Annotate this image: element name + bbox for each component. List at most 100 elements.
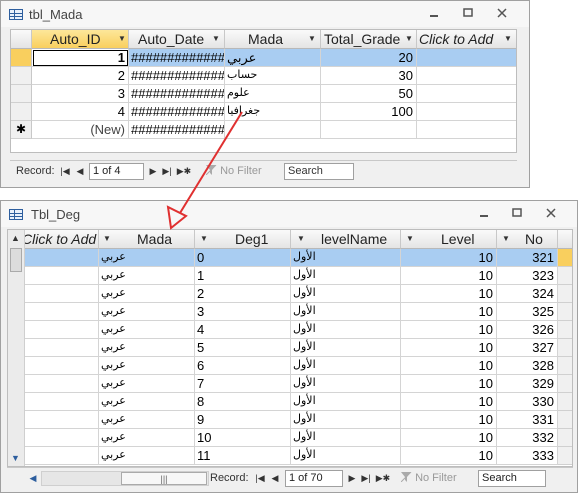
table-cell[interactable]	[25, 339, 99, 357]
table-cell[interactable]: 10	[401, 339, 497, 357]
chevron-down-icon[interactable]: ▼	[296, 230, 306, 248]
last-record-button[interactable]: ▶|	[160, 164, 174, 179]
row-selector[interactable]	[558, 411, 572, 429]
row-selector[interactable]	[558, 393, 572, 411]
table-cell[interactable]: 325	[497, 303, 558, 321]
hscroll-thumb[interactable]: |||	[121, 472, 207, 485]
chevron-down-icon[interactable]: ▼	[501, 230, 511, 248]
row-selector[interactable]	[11, 103, 32, 121]
table-cell[interactable]: 10	[195, 429, 291, 447]
table-cell[interactable]: عربي	[99, 249, 195, 267]
table-cell[interactable]: 4	[195, 321, 291, 339]
table-cell[interactable]: 30	[321, 67, 417, 85]
table-cell[interactable]: #############	[129, 85, 225, 103]
table-cell[interactable]: الأول	[291, 411, 401, 429]
chevron-down-icon[interactable]: ▼	[307, 30, 317, 48]
table-cell[interactable]: 330	[497, 393, 558, 411]
row-selector[interactable]	[558, 375, 572, 393]
table-cell[interactable]: الأول	[291, 267, 401, 285]
previous-record-button[interactable]: ◀	[74, 164, 86, 179]
column-header-mada[interactable]: Mada ▼	[225, 30, 321, 49]
first-record-button[interactable]: |◀	[58, 164, 72, 179]
select-all-corner[interactable]	[558, 230, 572, 249]
new-record-button[interactable]: ▶✱	[175, 164, 193, 179]
row-selector[interactable]	[558, 429, 572, 447]
table-cell[interactable]: 329	[497, 375, 558, 393]
table-cell[interactable]: عربي	[99, 357, 195, 375]
table-cell[interactable]: عربي	[99, 267, 195, 285]
table-cell[interactable]: عربي	[99, 447, 195, 465]
table-cell[interactable]: 1	[195, 267, 291, 285]
chevron-down-icon[interactable]: ▼	[199, 230, 209, 248]
scroll-down-button[interactable]: ▼	[11, 453, 20, 463]
table-cell[interactable]: عربي	[99, 429, 195, 447]
row-selector[interactable]	[558, 339, 572, 357]
table-cell[interactable]: 6	[195, 357, 291, 375]
table-cell[interactable]: 10	[401, 267, 497, 285]
table-cell[interactable]: عربي	[225, 49, 321, 67]
table-cell[interactable]: 20	[321, 49, 417, 67]
record-position-field[interactable]: 1 of 70	[285, 470, 343, 487]
table-cell[interactable]	[25, 303, 99, 321]
scroll-up-button[interactable]: ▲	[11, 233, 20, 243]
table-cell[interactable]: 100	[321, 103, 417, 121]
chevron-down-icon[interactable]: ▼	[102, 230, 112, 248]
new-record-cell[interactable]: #############	[129, 121, 225, 139]
column-header-no[interactable]: ▼ No	[497, 230, 558, 249]
table-cell[interactable]	[25, 285, 99, 303]
table-cell[interactable]: 10	[401, 321, 497, 339]
table-cell[interactable]: 2	[195, 285, 291, 303]
table-cell[interactable]	[25, 393, 99, 411]
tbl-mada-titlebar[interactable]: tbl_Mada	[1, 1, 529, 27]
new-record-selector[interactable]: ✱	[11, 121, 32, 139]
table-cell[interactable]: 5	[195, 339, 291, 357]
minimize-button[interactable]	[475, 206, 493, 222]
table-cell[interactable]	[25, 411, 99, 429]
chevron-down-icon[interactable]: ▼	[503, 30, 513, 48]
column-header-levelname[interactable]: ▼ levelName	[291, 230, 401, 249]
table-cell[interactable]: 10	[401, 357, 497, 375]
table-cell[interactable]: الأول	[291, 303, 401, 321]
column-header-level[interactable]: ▼ Level	[401, 230, 497, 249]
column-header-total-grade[interactable]: Total_Grade ▼	[321, 30, 417, 49]
column-header-click-to-add[interactable]: Click to Add ▼	[417, 30, 516, 49]
table-cell[interactable]: 7	[195, 375, 291, 393]
table-cell[interactable]	[25, 357, 99, 375]
table-cell[interactable]: 10	[401, 285, 497, 303]
row-selector[interactable]	[11, 85, 32, 103]
column-header-auto-id[interactable]: Auto_ID ▼	[32, 30, 129, 49]
table-cell[interactable]: عربي	[99, 321, 195, 339]
row-selector[interactable]	[558, 249, 572, 267]
table-cell[interactable]: 10	[401, 447, 497, 465]
table-cell[interactable]: الأول	[291, 357, 401, 375]
chevron-down-icon[interactable]: ▼	[405, 230, 415, 248]
next-record-button[interactable]: ▶	[346, 471, 358, 486]
table-cell[interactable]: 10	[401, 375, 497, 393]
new-record-cell[interactable]	[417, 121, 516, 139]
table-cell[interactable]: الأول	[291, 285, 401, 303]
row-selector[interactable]	[558, 267, 572, 285]
table-cell[interactable]: 10	[401, 411, 497, 429]
column-header-auto-date[interactable]: Auto_Date ▼	[129, 30, 225, 49]
close-button[interactable]	[542, 206, 560, 222]
minimize-button[interactable]	[425, 6, 443, 22]
first-record-button[interactable]: |◀	[253, 471, 267, 486]
table-cell[interactable]: #############	[129, 103, 225, 121]
chevron-down-icon[interactable]: ▼	[211, 30, 221, 48]
row-selector[interactable]	[558, 285, 572, 303]
row-selector[interactable]	[11, 67, 32, 85]
new-record-button[interactable]: ▶✱	[374, 471, 392, 486]
table-cell[interactable]: عربي	[99, 393, 195, 411]
last-record-button[interactable]: ▶|	[359, 471, 373, 486]
table-cell[interactable]: 9	[195, 411, 291, 429]
table-cell[interactable]: الأول	[291, 339, 401, 357]
table-cell[interactable]	[25, 447, 99, 465]
table-cell[interactable]: 332	[497, 429, 558, 447]
table-cell[interactable]: 10	[401, 393, 497, 411]
table-cell[interactable]: 324	[497, 285, 558, 303]
table-cell[interactable]	[25, 375, 99, 393]
table-cell[interactable]: الأول	[291, 429, 401, 447]
previous-record-button[interactable]: ◀	[269, 471, 281, 486]
table-cell[interactable]: عربي	[99, 411, 195, 429]
table-cell[interactable]: 1	[32, 49, 129, 67]
